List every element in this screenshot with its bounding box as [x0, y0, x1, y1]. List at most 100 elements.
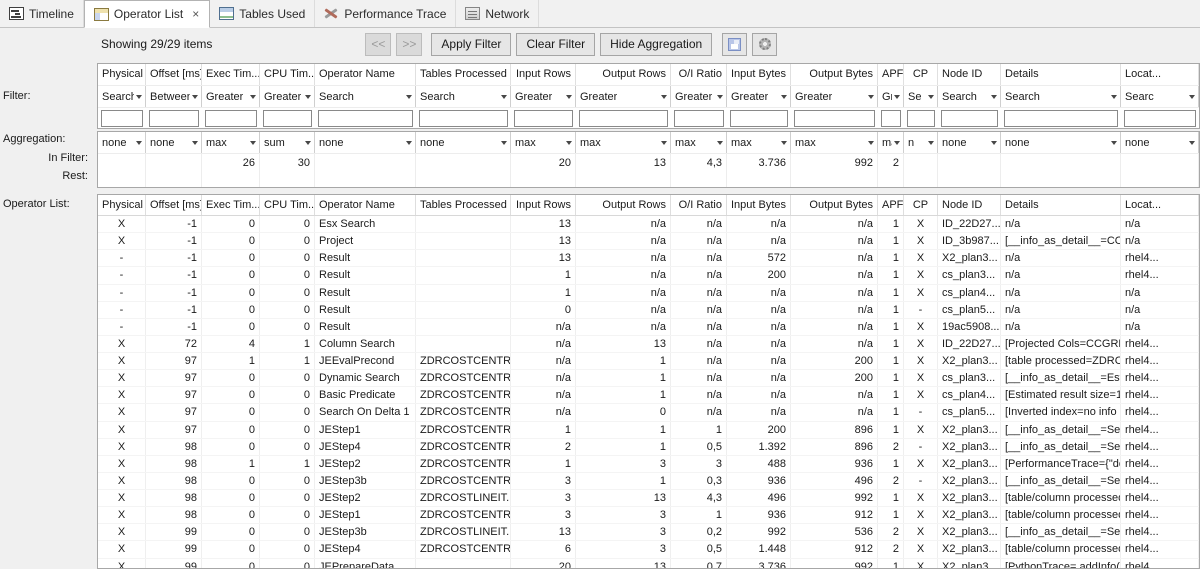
- table-row[interactable]: X 98 0 0 JEStep4 ZDRCOSTCENTR... 2 1 0,5 1.392 896…: [98, 438, 1199, 456]
- table-row[interactable]: - -1 0 0 Result 1 n/a n/a 200 n/a 1 Xcs_plan3... n/a…: [98, 267, 1199, 285]
- column-header-physical[interactable]: Physical: [98, 64, 146, 85]
- tab-network[interactable]: Network: [456, 0, 540, 27]
- aggregation-operator-name[interactable]: none: [315, 132, 416, 153]
- table-row[interactable]: X 99 0 0 JEStep4 ZDRCOSTCENTR... 6 3 0,5 1.448 912…: [98, 541, 1199, 559]
- filter-op-locat[interactable]: Searc: [1121, 86, 1199, 107]
- table-row[interactable]: X 97 0 0 Search On Delta 1 ZDRCOSTCENTR... n/a…: [98, 404, 1199, 422]
- filter-op-output-bytes[interactable]: Greater: [791, 86, 878, 107]
- table-row[interactable]: X -1 0 0 Esx Search 13 n/a n/a n/a n/a 1 X ID_22D27.…: [98, 216, 1199, 234]
- filter-op-o-i-ratio[interactable]: Greater: [671, 86, 727, 107]
- filter-op-operator-name[interactable]: Search: [315, 86, 416, 107]
- tab-timeline[interactable]: Timeline: [0, 0, 84, 27]
- aggregation-output-rows[interactable]: max: [576, 132, 671, 153]
- table-row[interactable]: - -1 0 0 Result 13 n/a n/a 572 n/a 1 X X2_plan3... n/…: [98, 250, 1199, 268]
- prev-page-button[interactable]: <<: [365, 32, 392, 56]
- table-row[interactable]: X 97 1 1 JEEvalPrecond ZDRCOSTCENTR... n/a 1 n/a…: [98, 353, 1199, 371]
- aggregation-cp[interactable]: n: [904, 132, 938, 153]
- filter-input-exec-tim[interactable]: [205, 110, 257, 127]
- aggregation-output-bytes[interactable]: max: [791, 132, 878, 153]
- filter-op-offset-ms[interactable]: Between (: [146, 86, 202, 107]
- column-header-operator-name[interactable]: Operator Name: [315, 64, 416, 85]
- filter-op-input-rows[interactable]: Greater: [511, 86, 576, 107]
- close-tab-icon[interactable]: ×: [191, 7, 200, 21]
- save-button[interactable]: [722, 32, 748, 56]
- aggregation-offset-ms[interactable]: none: [146, 132, 202, 153]
- operator-column-header-apf[interactable]: APF: [878, 195, 904, 215]
- table-row[interactable]: X 98 1 1 JEStep2 ZDRCOSTCENTR... 1 3 3 488 936 1 X X2…: [98, 455, 1199, 473]
- column-header-input-rows[interactable]: Input Rows: [511, 64, 576, 85]
- operator-column-header-operator-name[interactable]: Operator Name: [315, 195, 416, 215]
- filter-op-apf[interactable]: Great: [878, 86, 904, 107]
- aggregation-input-bytes[interactable]: max: [727, 132, 791, 153]
- column-header-tables-processed[interactable]: Tables Processed: [416, 64, 511, 85]
- filter-input-locat[interactable]: [1124, 110, 1196, 127]
- table-row[interactable]: X 98 0 0 JEStep3b ZDRCOSTCENTR... 3 1 0,3 936 496 2…: [98, 472, 1199, 490]
- next-page-button[interactable]: >>: [396, 32, 423, 56]
- aggregation-input-rows[interactable]: max: [511, 132, 576, 153]
- filter-input-input-rows[interactable]: [514, 110, 573, 127]
- operator-column-header-exec-tim[interactable]: Exec Tim...: [202, 195, 260, 215]
- column-header-cpu-tim[interactable]: CPU Tim...: [260, 64, 315, 85]
- filter-input-operator-name[interactable]: [318, 110, 413, 127]
- operator-column-header-physical[interactable]: Physical: [98, 195, 146, 215]
- column-header-cp[interactable]: CP: [904, 64, 938, 85]
- table-row[interactable]: X 99 0 0 JEPrepareData 20 13 0,7 3.736 992 1 X X2_pl…: [98, 558, 1199, 568]
- table-row[interactable]: - -1 0 0 Result 0 n/a n/a n/a n/a 1- cs_plan5... n/a…: [98, 301, 1199, 319]
- tab-tables-used[interactable]: Tables Used: [210, 0, 316, 27]
- filter-input-offset-ms[interactable]: [149, 110, 199, 127]
- table-row[interactable]: X 98 0 0 JEStep1 ZDRCOSTCENTR... 3 3 1 936 912 1 X X2…: [98, 507, 1199, 525]
- aggregation-exec-tim[interactable]: max: [202, 132, 260, 153]
- filter-op-cpu-tim[interactable]: Greater: [260, 86, 315, 107]
- filter-op-input-bytes[interactable]: Greater: [727, 86, 791, 107]
- operator-column-header-input-bytes[interactable]: Input Bytes: [727, 195, 791, 215]
- aggregation-tables-processed[interactable]: none: [416, 132, 511, 153]
- table-row[interactable]: - -1 0 0 Result 1 n/a n/a n/a n/a 1 Xcs_plan4... n/a…: [98, 284, 1199, 302]
- clear-filter-button[interactable]: Clear Filter: [516, 32, 596, 56]
- operator-column-header-locat[interactable]: Locat...: [1121, 195, 1199, 215]
- table-row[interactable]: X 72 4 1 Column Search n/a 13 n/a n/a n/a 1 X ID_22D…: [98, 335, 1199, 353]
- column-header-apf[interactable]: APF: [878, 64, 904, 85]
- filter-input-cp[interactable]: [907, 110, 935, 127]
- filter-input-output-bytes[interactable]: [794, 110, 875, 127]
- filter-input-output-rows[interactable]: [579, 110, 668, 127]
- column-header-node-id[interactable]: Node ID: [938, 64, 1001, 85]
- tab-performance-trace[interactable]: Performance Trace: [315, 0, 457, 27]
- hide-aggregation-button[interactable]: Hide Aggregation: [600, 32, 713, 56]
- aggregation-locat[interactable]: none: [1121, 132, 1199, 153]
- table-row[interactable]: X 97 0 0 Dynamic Search ZDRCOSTCENTR... n/a 1 n/…: [98, 370, 1199, 388]
- column-header-locat[interactable]: Locat...: [1121, 64, 1199, 85]
- filter-op-details[interactable]: Search: [1001, 86, 1121, 107]
- aggregation-physical[interactable]: none: [98, 132, 146, 153]
- filter-op-node-id[interactable]: Search: [938, 86, 1001, 107]
- tab-operator-list[interactable]: Operator List ×: [83, 0, 211, 28]
- operator-column-header-output-rows[interactable]: Output Rows: [576, 195, 671, 215]
- table-row[interactable]: - -1 0 0 Result n/a n/a n/a n/a n/a 1 X 19ac5908... n…: [98, 318, 1199, 336]
- filter-input-details[interactable]: [1004, 110, 1118, 127]
- filter-op-output-rows[interactable]: Greater: [576, 86, 671, 107]
- table-row[interactable]: X 98 0 0 JEStep2 ZDRCOSTLINEIT... 3 13 4,3 496 992…: [98, 490, 1199, 508]
- operator-column-header-cpu-tim[interactable]: CPU Tim...: [260, 195, 315, 215]
- filter-op-physical[interactable]: Search: [98, 86, 146, 107]
- operator-column-header-input-rows[interactable]: Input Rows: [511, 195, 576, 215]
- operator-column-header-tables-processed[interactable]: Tables Processed: [416, 195, 511, 215]
- operator-column-header-o-i-ratio[interactable]: O/I Ratio: [671, 195, 727, 215]
- table-row[interactable]: X 97 0 0 Basic Predicate ZDRCOSTCENTR... n/a 1 n…: [98, 387, 1199, 405]
- aggregation-node-id[interactable]: none: [938, 132, 1001, 153]
- column-header-exec-tim[interactable]: Exec Tim...: [202, 64, 260, 85]
- apply-filter-button[interactable]: Apply Filter: [431, 32, 512, 56]
- operator-column-header-cp[interactable]: CP: [904, 195, 938, 215]
- settings-button[interactable]: [752, 32, 778, 56]
- column-header-offset-ms[interactable]: Offset [ms]: [146, 64, 202, 85]
- column-header-output-rows[interactable]: Output Rows: [576, 64, 671, 85]
- filter-input-o-i-ratio[interactable]: [674, 110, 724, 127]
- column-header-o-i-ratio[interactable]: O/I Ratio: [671, 64, 727, 85]
- aggregation-cpu-tim[interactable]: sum: [260, 132, 315, 153]
- operator-column-header-details[interactable]: Details: [1001, 195, 1121, 215]
- filter-op-tables-processed[interactable]: Search: [416, 86, 511, 107]
- column-header-details[interactable]: Details: [1001, 64, 1121, 85]
- filter-input-tables-processed[interactable]: [419, 110, 508, 127]
- table-row[interactable]: X 97 0 0 JEStep1 ZDRCOSTCENTR... 1 1 1 200 896 1 X X2…: [98, 421, 1199, 439]
- operator-column-header-node-id[interactable]: Node ID: [938, 195, 1001, 215]
- filter-input-physical[interactable]: [101, 110, 143, 127]
- filter-op-exec-tim[interactable]: Greater: [202, 86, 260, 107]
